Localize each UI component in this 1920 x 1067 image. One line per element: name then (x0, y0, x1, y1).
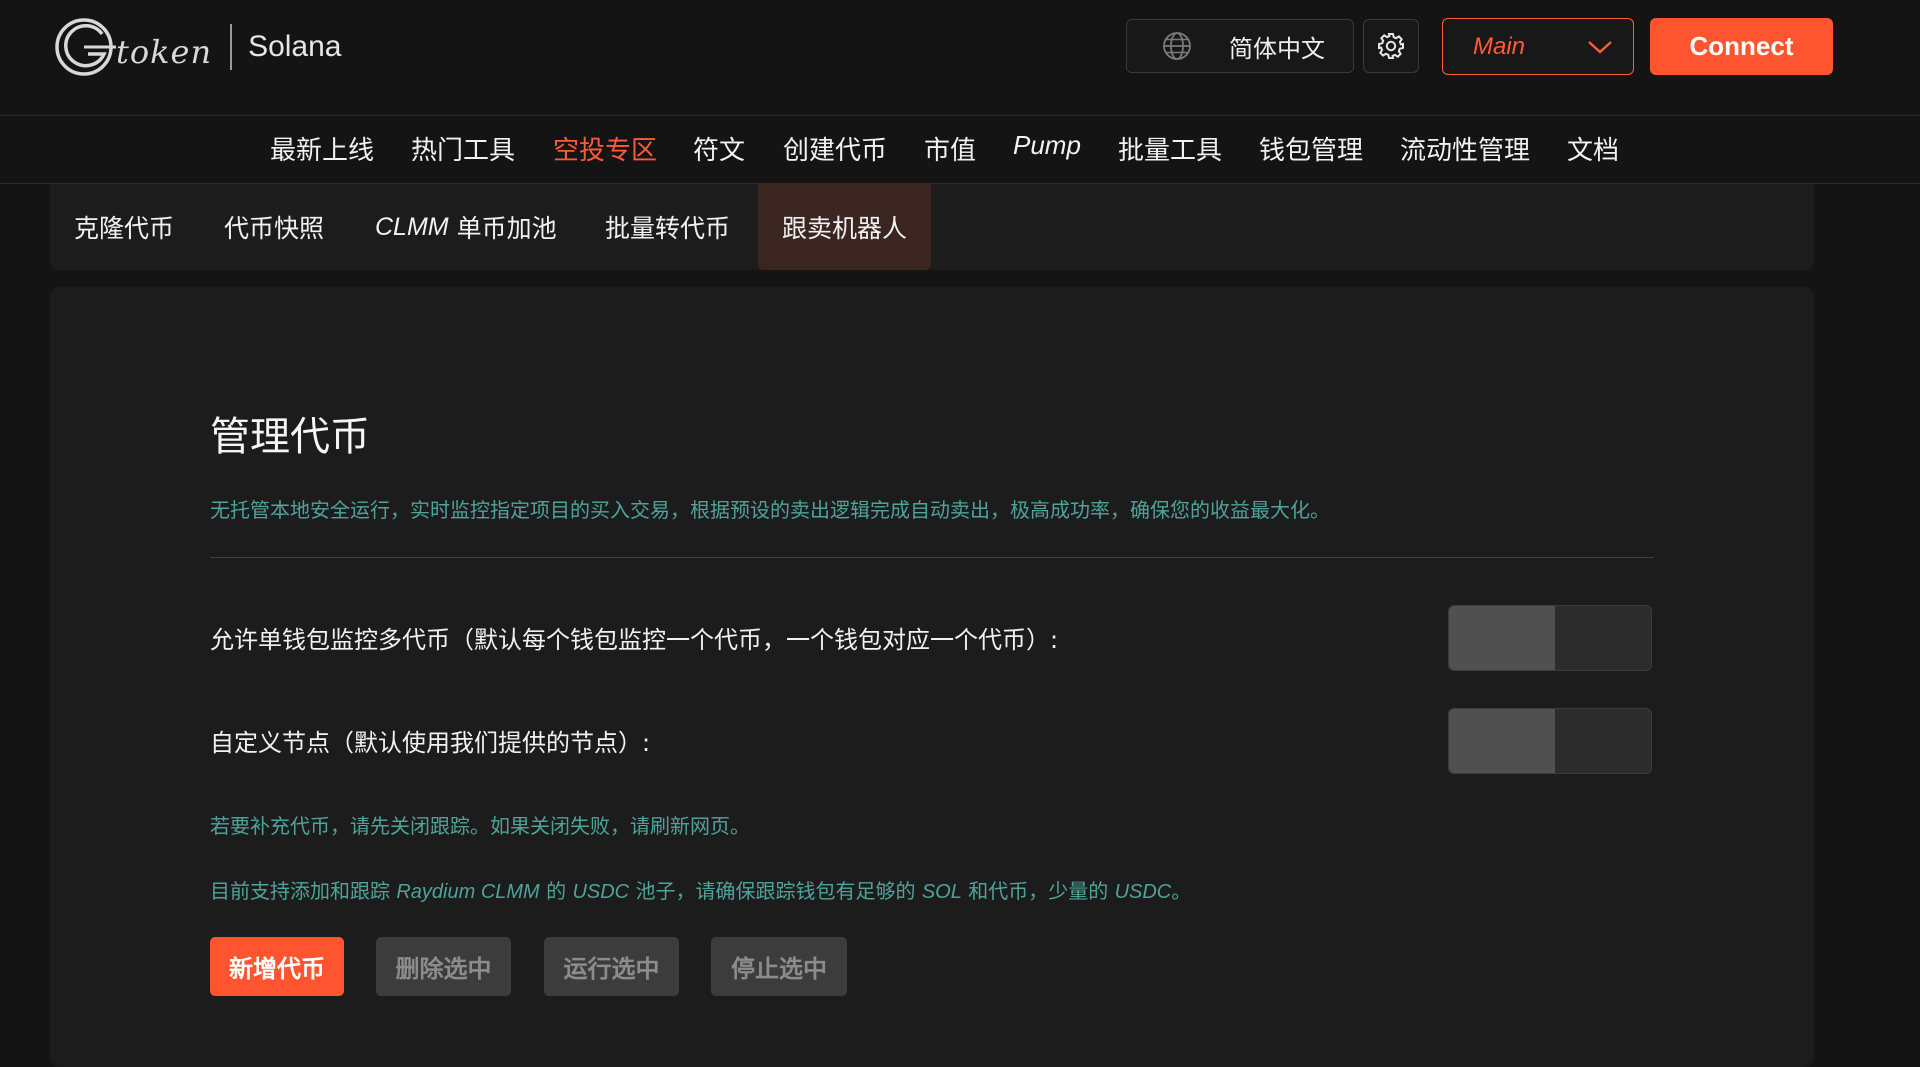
nav-item-pump[interactable]: Pump (1013, 130, 1081, 161)
logo-wordmark: token (116, 33, 213, 71)
support-note-text: 。 (1171, 879, 1192, 903)
multi-token-toggle[interactable] (1448, 605, 1652, 671)
tab-batch-transfer[interactable]: 批量转代币 (605, 184, 730, 270)
tab-clmm-suffix: 单币加池 (456, 214, 557, 243)
nav-item-runes[interactable]: 符文 (693, 130, 745, 167)
chain-name: Solana (248, 30, 342, 63)
connect-wallet-button[interactable]: Connect (1650, 18, 1833, 75)
tab-token-snapshot[interactable]: 代币快照 (224, 184, 324, 270)
tab-clmm-prefix: CLMM (375, 212, 449, 241)
nav-item-airdrop[interactable]: 空投专区 (553, 130, 657, 167)
nav-item-create-token[interactable]: 创建代币 (783, 130, 887, 167)
support-note-text: 池子，请确保跟踪钱包有足够的 (629, 879, 922, 903)
custom-node-toggle[interactable] (1448, 708, 1652, 774)
network-select[interactable]: Main (1442, 18, 1634, 75)
nav-item-docs[interactable]: 文档 (1567, 130, 1619, 167)
nav-item-latest[interactable]: 最新上线 (270, 130, 374, 167)
nav-item-batch-tools[interactable]: 批量工具 (1118, 130, 1222, 167)
nav-item-market-cap[interactable]: 市值 (924, 130, 976, 167)
toggle-knob (1449, 709, 1555, 773)
gear-icon (1378, 33, 1404, 59)
settings-button[interactable] (1363, 19, 1419, 73)
section-divider (210, 557, 1654, 558)
globe-icon (1163, 32, 1191, 60)
support-note-sol: SOL (921, 881, 962, 903)
run-selected-button[interactable]: 运行选中 (544, 937, 679, 996)
language-selector[interactable]: 简体中文 (1126, 19, 1354, 73)
main-nav: 最新上线 热门工具 空投专区 符文 创建代币 市值 Pump 批量工具 钱包管理… (0, 115, 1920, 184)
logo-divider (230, 24, 233, 70)
support-note-usdc: USDC (572, 881, 630, 903)
support-note-raydium: Raydium CLMM (396, 881, 540, 903)
sub-nav: 克隆代币 代币快照 CLMM 单币加池 批量转代币 跟卖机器人 (50, 184, 1814, 270)
support-note-text: 和代币，少量的 (961, 879, 1115, 903)
tab-clone-token[interactable]: 克隆代币 (74, 184, 174, 270)
supplement-note: 若要补充代币，请先关闭跟踪。如果关闭失败，请刷新网页。 (210, 814, 750, 838)
nav-item-hot-tools[interactable]: 热门工具 (411, 130, 515, 167)
network-value: Main (1473, 32, 1526, 60)
delete-selected-button[interactable]: 删除选中 (376, 937, 511, 996)
nav-item-liquidity[interactable]: 流动性管理 (1400, 130, 1530, 167)
support-note: 目前支持添加和跟踪 Raydium CLMM 的 USDC 池子，请确保跟踪钱包… (210, 875, 1191, 904)
multi-token-option-label: 允许单钱包监控多代币（默认每个钱包监控一个代币，一个钱包对应一个代币）: (210, 626, 1059, 654)
support-note-text: 的 (539, 879, 573, 903)
toggle-knob (1449, 606, 1555, 670)
stop-selected-button[interactable]: 停止选中 (711, 937, 847, 996)
page-description: 无托管本地安全运行，实时监控指定项目的买入交易，根据预设的卖出逻辑完成自动卖出，… (210, 498, 1330, 522)
language-label: 简体中文 (1229, 34, 1325, 63)
nav-item-wallet-manage[interactable]: 钱包管理 (1259, 130, 1363, 167)
site-logo[interactable]: token Solana (54, 16, 341, 78)
support-note-text: 目前支持添加和跟踪 (210, 879, 397, 903)
support-note-usdc: USDC (1114, 881, 1172, 903)
page-title: 管理代币 (210, 414, 370, 460)
chevron-down-icon (1588, 40, 1612, 54)
custom-node-option-label: 自定义节点（默认使用我们提供的节点）: (210, 729, 651, 757)
add-token-button[interactable]: 新增代币 (210, 937, 344, 996)
top-header: token Solana 简体中文 Main Connect (0, 0, 1920, 115)
tab-sell-bot[interactable]: 跟卖机器人 (758, 184, 932, 270)
logo-g-icon (55, 18, 116, 76)
tab-clmm-single-pool[interactable]: CLMM 单币加池 (375, 184, 557, 270)
